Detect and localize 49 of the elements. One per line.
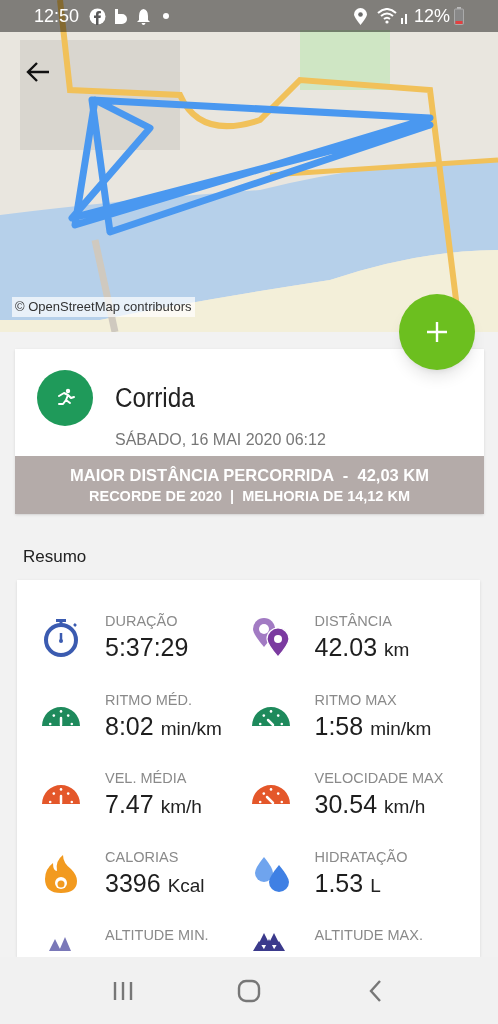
dot-icon [163,13,170,19]
stat-unit: Kcal [167,873,205,898]
battery-level: 12% [413,4,450,28]
stat-label: VEL. MÉDIA [105,769,188,787]
recent-apps-icon [112,980,134,1001]
activity-date: SÁBADO, 16 MAI 2020 06:12 [115,429,327,450]
stat-unit: min/km [160,716,222,741]
stat-value: 3396 [105,867,161,899]
stat-label: RITMO MÉD. [105,690,193,709]
stat-label: ALTITUDE MIN. [105,926,209,944]
stat-value: 8:02 [105,710,154,742]
stat-value: 42.03 [314,632,378,663]
stat-unit: km [384,638,410,662]
stat-label: DISTÂNCIA [314,612,393,630]
stat-value: 1:58 [314,710,364,742]
app-icon [113,7,130,25]
stat-value: 30.54 [314,789,378,820]
runner-icon [37,370,93,426]
location-icon [353,7,367,25]
mountains-icon [250,933,287,951]
activity-title: Corrida [115,381,195,415]
stat-value: 5:37:29 [105,632,189,663]
facebook-icon [89,7,107,25]
record-headline: MAIOR DISTÂNCIA PERCORRIDA - 42,03 KM [69,465,430,486]
back-icon [368,978,382,1003]
stat-value: 1.53 [314,867,364,899]
stat-label: HIDRATAÇÃO [314,847,408,866]
stat-unit: L [370,873,381,898]
stat-label: DURAÇÃO [105,612,179,630]
wifi-icon [376,8,397,24]
stat-label: ALTITUDE MAX. [314,926,423,944]
home-icon [237,978,261,1003]
stopwatch-icon [41,617,81,659]
stat-unit: min/km [370,716,432,741]
stat-label: VELOCIDADE MAX [314,769,444,787]
stat-value: 7.47 [105,789,154,820]
stat-unit: km/h [160,795,202,819]
clock: 12:50 [34,4,80,28]
stat-label: RITMO MAX [314,690,398,709]
record-detail: RECORDE DE 2020 | MELHORIA DE 14,12 KM [89,487,410,506]
back-arrow-icon [25,60,51,84]
plus-icon [426,321,448,343]
bell-icon [136,7,152,25]
location-pins-icon [250,617,291,659]
stat-unit: km/h [384,795,426,819]
section-title: Resumo [23,546,87,568]
map-attribution: © OpenStreetMap contributors [12,297,195,317]
stat-label: CALORIAS [105,847,180,866]
battery-icon [454,7,464,25]
